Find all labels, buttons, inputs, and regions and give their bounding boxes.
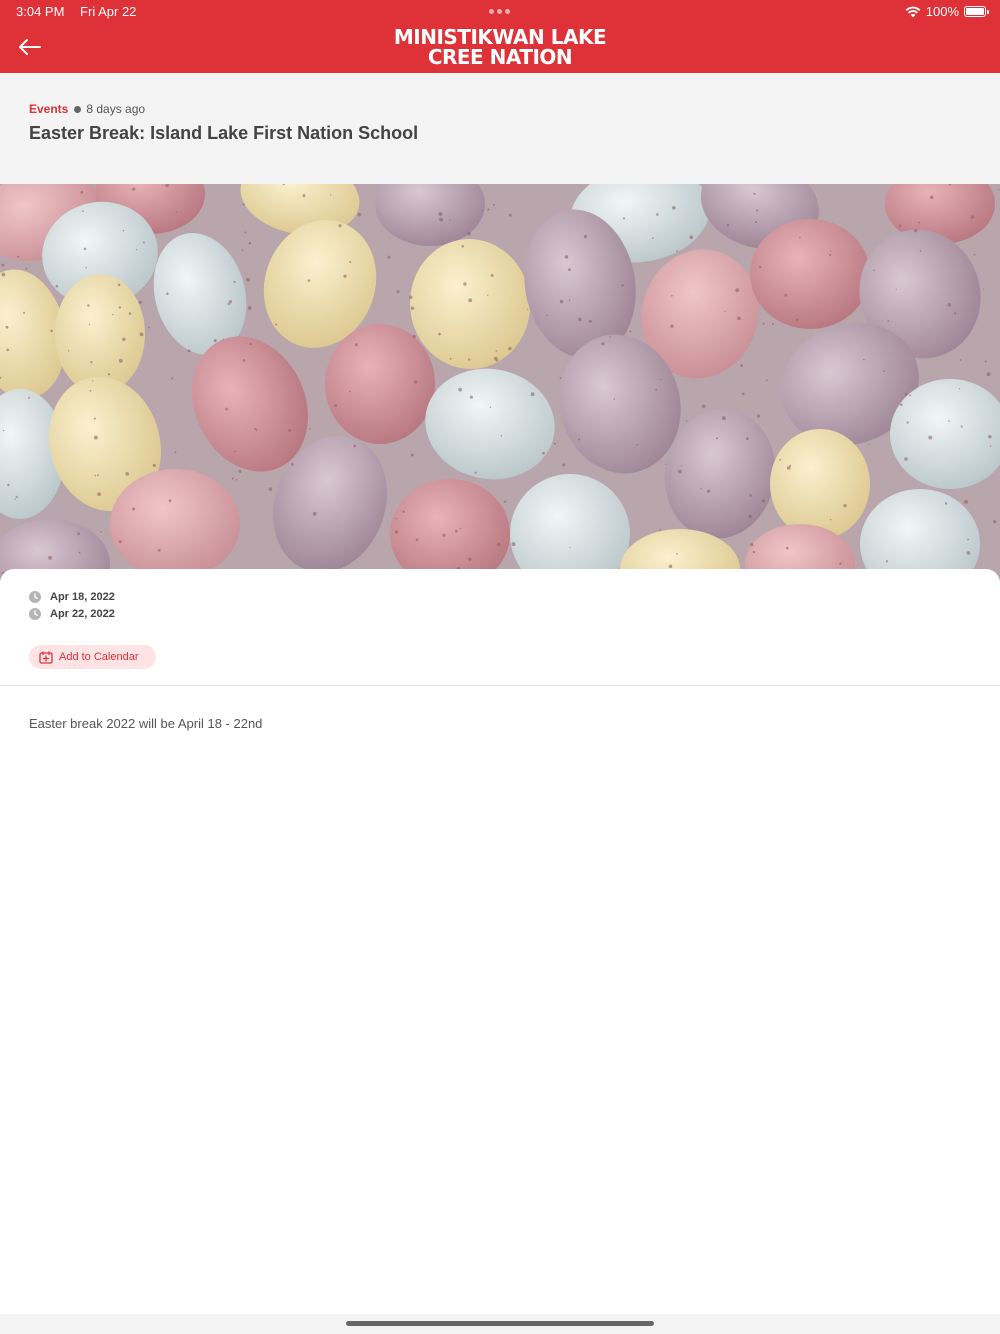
event-details-card: Apr 18, 2022 Apr 22, 2022 Add to Calenda… <box>0 569 1000 1314</box>
article-body: Easter break 2022 will be April 18 - 22n… <box>29 716 263 731</box>
back-button[interactable] <box>14 33 44 61</box>
multitasking-dots-icon[interactable] <box>489 9 510 14</box>
logo-line-1: MINISTIKWAN LAKE <box>393 25 607 49</box>
hero-image <box>0 184 1000 582</box>
end-date: Apr 22, 2022 <box>50 608 115 620</box>
add-to-calendar-label: Add to Calendar <box>59 651 139 663</box>
article-meta: Events 8 days ago <box>29 102 145 116</box>
app-bar: 3:04 PM Fri Apr 22 100% MINISTIKWAN LAKE… <box>0 0 1000 73</box>
status-time: 3:04 PM <box>16 4 65 19</box>
end-date-row: Apr 22, 2022 <box>29 608 115 620</box>
home-indicator[interactable] <box>346 1321 654 1326</box>
calendar-plus-icon <box>39 650 53 664</box>
posted-time: 8 days ago <box>86 102 146 116</box>
clock-icon <box>29 608 41 620</box>
add-to-calendar-button[interactable]: Add to Calendar <box>29 645 156 669</box>
divider <box>0 685 1000 686</box>
status-bar-right: 100% <box>905 4 989 19</box>
battery-icon <box>964 6 989 17</box>
wifi-icon <box>905 6 921 17</box>
status-bar-time: 3:04 PM Fri Apr 22 <box>16 4 148 19</box>
clock-icon <box>29 591 41 603</box>
start-date: Apr 18, 2022 <box>50 591 115 603</box>
app-logo: MINISTIKWAN LAKE CREE NATION <box>380 27 620 67</box>
separator-dot-icon <box>74 105 82 113</box>
status-date: Fri Apr 22 <box>80 4 137 19</box>
logo-line-2: CREE NATION <box>427 45 573 69</box>
category-label[interactable]: Events <box>29 102 68 116</box>
battery-percentage: 100% <box>925 4 959 19</box>
arrow-left-icon <box>19 39 41 55</box>
article-header: Events 8 days ago Easter Break: Island L… <box>0 73 1000 184</box>
article-title: Easter Break: Island Lake First Nation S… <box>29 123 419 143</box>
start-date-row: Apr 18, 2022 <box>29 591 115 603</box>
